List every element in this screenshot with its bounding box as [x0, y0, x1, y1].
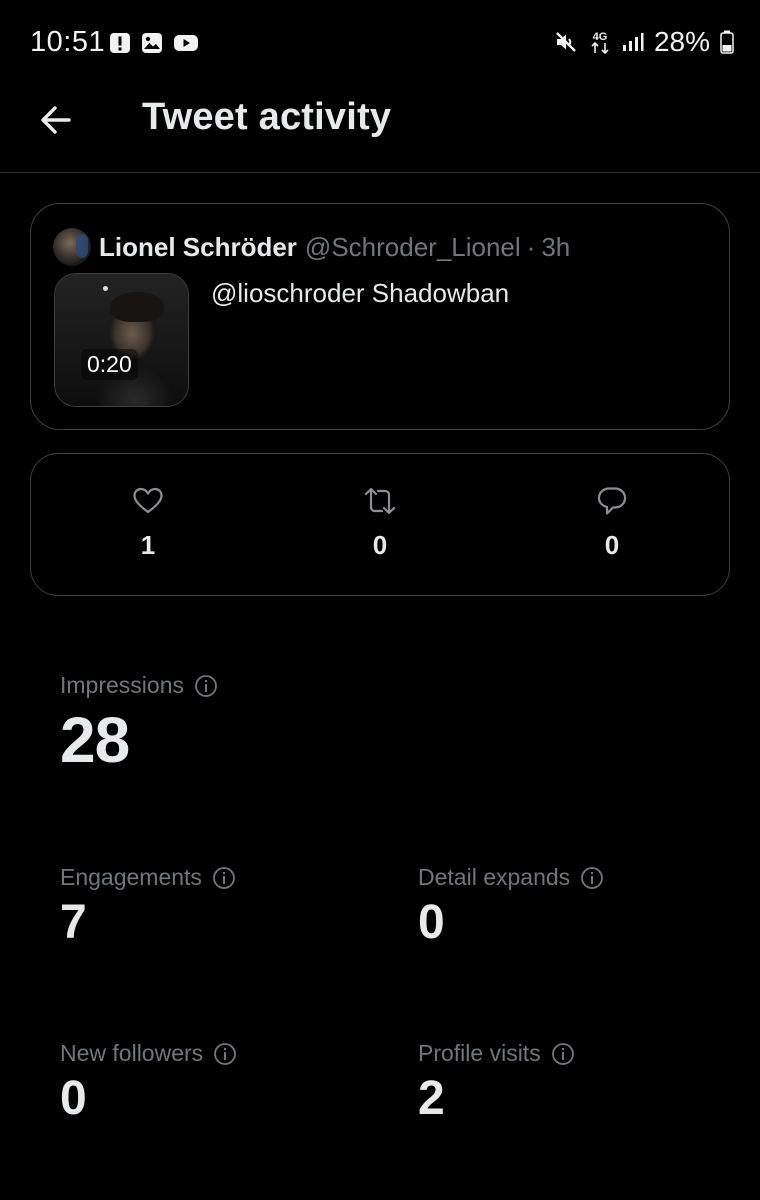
network-label: 4G [593, 31, 608, 43]
status-time: 10:51 [30, 26, 106, 58]
metric-value: 0 [418, 896, 445, 949]
separator-dot: · [526, 231, 536, 262]
battery-percent: 28% [653, 26, 710, 57]
video-thumbnail[interactable]: 0:20 [54, 273, 189, 407]
info-icon[interactable] [551, 1042, 575, 1066]
metric-value: 7 [60, 896, 87, 949]
metric-detail-expands-label-row: Detail expands [418, 864, 604, 891]
metric-label: Detail expands [418, 864, 571, 890]
metric-engagements: Engagements 7 [60, 864, 236, 950]
metric-label: Profile visits [418, 1040, 541, 1066]
metric-value: 28 [60, 704, 130, 776]
replies-count: 0 [604, 530, 620, 560]
arrow-left-icon [41, 106, 71, 134]
metric-impressions-label-row: Impressions [60, 672, 218, 699]
avatar[interactable] [53, 228, 91, 266]
metric-new-followers: New followers 0 [60, 1040, 237, 1126]
top-app-bar: Tweet activity [0, 86, 760, 173]
signal-icon [622, 33, 644, 51]
metric-engagements-label-row: Engagements [60, 864, 236, 891]
network-4g-icon: 4G [591, 31, 609, 55]
author-name[interactable]: Lionel Schröder [99, 232, 297, 263]
status-right-group: 4G 28% [554, 26, 734, 58]
metric-impressions: Impressions 28 [60, 672, 218, 777]
page-title: Tweet activity [142, 96, 392, 138]
metric-profile-visits: Profile visits 2 [418, 1040, 575, 1126]
retweet-icon [364, 487, 396, 515]
metric-value: 0 [60, 1072, 87, 1125]
metric-label: Engagements [60, 864, 202, 890]
reply-icon [597, 487, 627, 515]
info-icon[interactable] [213, 1042, 237, 1066]
metric-profile-visits-label-row: Profile visits [418, 1040, 575, 1067]
info-icon[interactable] [212, 866, 236, 890]
battery-icon [720, 30, 734, 54]
retweets-stat[interactable]: 0 [340, 484, 420, 561]
metric-new-followers-label-row: New followers [60, 1040, 237, 1067]
metric-label: New followers [60, 1040, 204, 1066]
likes-count: 1 [140, 530, 156, 560]
info-icon[interactable] [194, 674, 218, 698]
tweet-header: Lionel Schröder @Schroder_Lionel · 3h [53, 228, 570, 266]
tweet-card[interactable]: Lionel Schröder @Schroder_Lionel · 3h 0:… [30, 203, 730, 430]
replies-stat[interactable]: 0 [572, 484, 652, 561]
video-duration: 0:20 [81, 349, 138, 380]
tweet-text: @lioschroder Shadowban [211, 278, 510, 308]
alert-icon [110, 33, 130, 53]
engagement-card: 1 0 0 [30, 453, 730, 596]
metric-value: 2 [418, 1072, 445, 1125]
status-bar: 10:51 4G 28% [0, 0, 760, 86]
thumbnail-detail [110, 292, 164, 322]
thumbnail-light [103, 286, 108, 291]
retweets-count: 0 [372, 530, 388, 560]
image-icon [142, 33, 162, 53]
tweet-time: 3h [541, 231, 571, 262]
back-button[interactable] [34, 98, 78, 142]
youtube-icon [174, 35, 198, 51]
metric-label: Impressions [60, 672, 184, 698]
author-handle: @Schroder_Lionel [304, 231, 521, 262]
mute-icon [556, 32, 576, 52]
likes-stat[interactable]: 1 [108, 484, 188, 561]
info-icon[interactable] [580, 866, 604, 890]
metric-detail-expands: Detail expands 0 [418, 864, 604, 950]
heart-icon [133, 487, 163, 514]
